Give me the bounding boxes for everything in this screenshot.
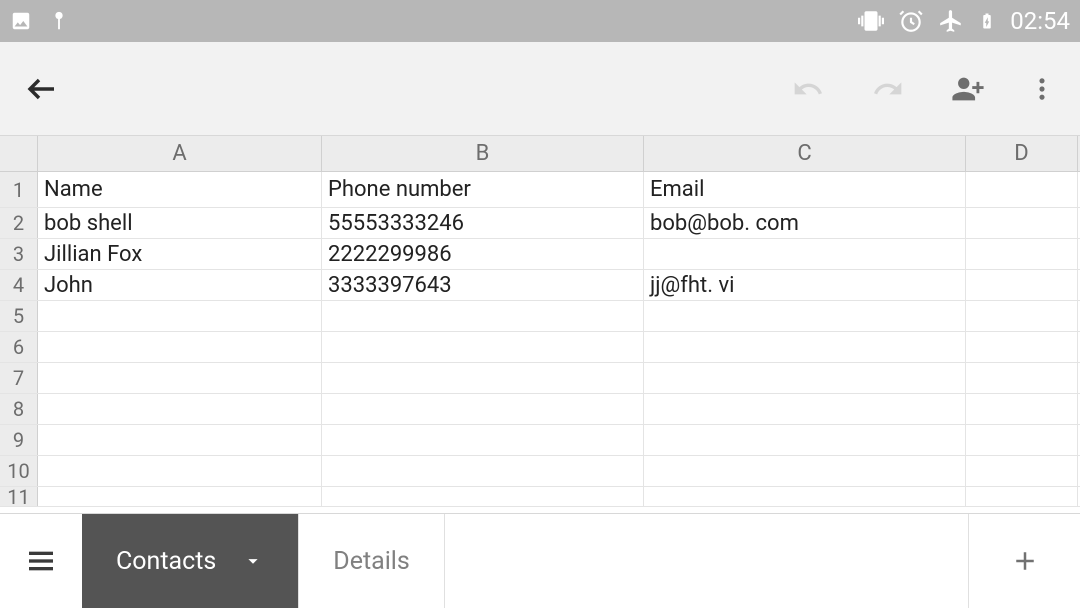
status-bar: 02:54 [0, 0, 1080, 42]
undo-button[interactable] [788, 73, 828, 105]
tab-contacts[interactable]: Contacts [82, 514, 299, 608]
cell[interactable] [38, 363, 322, 393]
row-header[interactable]: 4 [0, 270, 38, 300]
table-row: 7 [0, 363, 1080, 394]
cell[interactable] [966, 301, 1078, 331]
table-row: 6 [0, 332, 1080, 363]
alarm-icon [898, 8, 924, 34]
col-header-C[interactable]: C [644, 136, 966, 171]
cell[interactable] [644, 363, 966, 393]
cell[interactable]: Name [38, 172, 322, 207]
status-time: 02:54 [1010, 7, 1070, 35]
tab-label: Contacts [116, 547, 216, 576]
row-header[interactable]: 8 [0, 394, 38, 424]
cell[interactable] [322, 301, 644, 331]
sheet-tab-bar: Contacts Details [0, 513, 1080, 608]
cell[interactable] [644, 487, 966, 506]
vibrate-icon [858, 8, 884, 34]
cell[interactable] [644, 425, 966, 455]
cell[interactable] [322, 487, 644, 506]
corner-cell[interactable] [0, 136, 38, 171]
table-row: 5 [0, 301, 1080, 332]
row-header[interactable]: 9 [0, 425, 38, 455]
column-headers: A B C D [0, 136, 1080, 172]
row-header[interactable]: 11 [0, 487, 38, 506]
cell[interactable] [644, 394, 966, 424]
cell[interactable] [644, 456, 966, 486]
cell[interactable] [38, 394, 322, 424]
row-header[interactable]: 3 [0, 239, 38, 269]
col-header-D[interactable]: D [966, 136, 1078, 171]
cell[interactable] [644, 301, 966, 331]
col-header-A[interactable]: A [38, 136, 322, 171]
row-header[interactable]: 1 [0, 172, 38, 207]
table-row: 4 John 3333397643 jj@fht. vi [0, 270, 1080, 301]
cell[interactable] [966, 270, 1078, 300]
cell[interactable] [966, 332, 1078, 362]
cell[interactable] [644, 239, 966, 269]
cell[interactable]: 3333397643 [322, 270, 644, 300]
cell[interactable] [966, 239, 1078, 269]
app-bar [0, 42, 1080, 136]
cell[interactable]: Jillian Fox [38, 239, 322, 269]
table-row: 8 [0, 394, 1080, 425]
cell[interactable]: jj@fht. vi [644, 270, 966, 300]
table-row: 11 [0, 487, 1080, 507]
cell[interactable] [966, 487, 1078, 506]
row-header[interactable]: 6 [0, 332, 38, 362]
add-sheet-button[interactable] [968, 514, 1080, 608]
tab-details[interactable]: Details [299, 514, 445, 608]
chevron-down-icon [242, 550, 264, 572]
cell[interactable] [322, 456, 644, 486]
redo-button[interactable] [868, 73, 908, 105]
row-header[interactable]: 5 [0, 301, 38, 331]
add-person-button[interactable] [948, 72, 988, 106]
cell[interactable] [966, 394, 1078, 424]
cell[interactable] [644, 332, 966, 362]
cell[interactable] [966, 363, 1078, 393]
cell[interactable] [322, 363, 644, 393]
cell[interactable]: Email [644, 172, 966, 207]
cell[interactable] [322, 394, 644, 424]
col-header-B[interactable]: B [322, 136, 644, 171]
more-options-button[interactable] [1028, 72, 1056, 106]
cell[interactable]: bob@bob. com [644, 208, 966, 238]
row-header[interactable]: 10 [0, 456, 38, 486]
cell[interactable] [966, 172, 1078, 207]
cell[interactable] [322, 425, 644, 455]
back-button[interactable] [24, 71, 60, 107]
cell[interactable]: John [38, 270, 322, 300]
image-notification-icon [10, 10, 32, 32]
cell[interactable] [966, 456, 1078, 486]
all-sheets-button[interactable] [0, 514, 82, 608]
cell[interactable] [38, 332, 322, 362]
android-debug-icon [48, 10, 70, 32]
table-row: 1 Name Phone number Email [0, 172, 1080, 208]
cell[interactable] [966, 208, 1078, 238]
cell[interactable] [38, 425, 322, 455]
table-row: 10 [0, 456, 1080, 487]
table-row: 9 [0, 425, 1080, 456]
cell[interactable] [966, 425, 1078, 455]
cell[interactable]: 2222299986 [322, 239, 644, 269]
battery-charging-icon [978, 8, 996, 34]
cell[interactable] [38, 487, 322, 506]
cell[interactable]: 55553333246 [322, 208, 644, 238]
table-row: 3 Jillian Fox 2222299986 [0, 239, 1080, 270]
row-header[interactable]: 2 [0, 208, 38, 238]
tab-label: Details [333, 547, 410, 576]
row-header[interactable]: 7 [0, 363, 38, 393]
airplane-mode-icon [938, 8, 964, 34]
cell[interactable] [38, 456, 322, 486]
cell[interactable]: bob shell [38, 208, 322, 238]
cell[interactable]: Phone number [322, 172, 644, 207]
cell[interactable] [322, 332, 644, 362]
cell[interactable] [38, 301, 322, 331]
spreadsheet-grid: 1 Name Phone number Email 2 bob shell 55… [0, 172, 1080, 507]
table-row: 2 bob shell 55553333246 bob@bob. com [0, 208, 1080, 239]
